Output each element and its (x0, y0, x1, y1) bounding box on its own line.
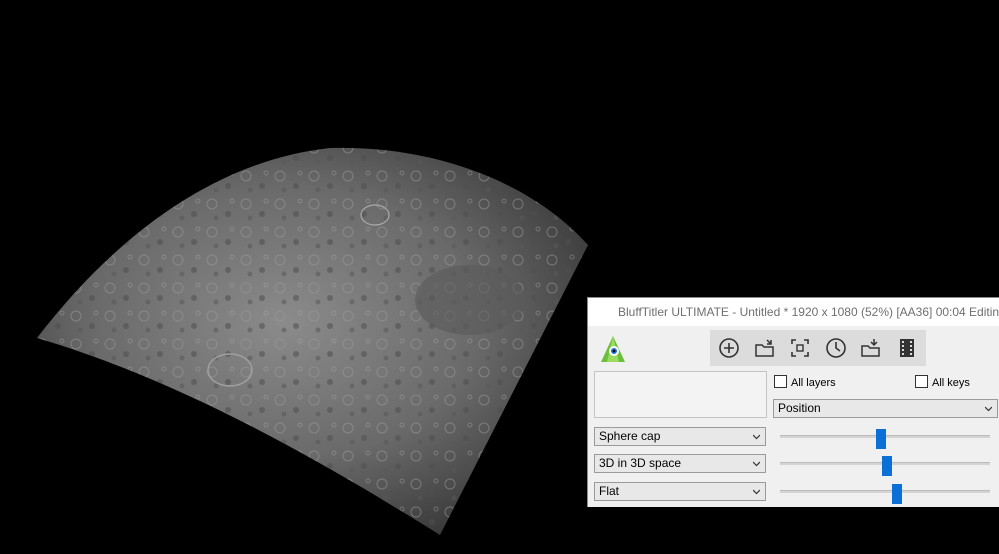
space-select-value: 3D in 3D space (599, 456, 682, 470)
property-select-value: Position (778, 401, 821, 415)
shading-select[interactable]: Flat (594, 482, 766, 501)
slider-3[interactable] (780, 484, 990, 504)
slider-2[interactable] (780, 456, 990, 476)
space-select[interactable]: 3D in 3D space (594, 454, 766, 473)
window-title: BluffTitler ULTIMATE - Untitled * 1920 x… (618, 305, 999, 319)
slider-track[interactable] (780, 490, 990, 493)
all-layers-label: All layers (791, 377, 836, 389)
open-show-icon[interactable] (753, 336, 777, 360)
checkbox-box[interactable] (774, 375, 787, 388)
all-keys-label: All keys (932, 377, 970, 389)
add-layer-icon[interactable] (717, 336, 741, 360)
checkbox-box[interactable] (915, 375, 928, 388)
shape-select[interactable]: Sphere cap (594, 427, 766, 446)
chevron-down-icon (753, 489, 760, 495)
toolbar (710, 330, 926, 366)
app-logo-icon (598, 334, 628, 364)
all-keys-checkbox[interactable]: All keys (915, 375, 970, 389)
export-video-icon[interactable] (895, 336, 919, 360)
control-panel: BluffTitler ULTIMATE - Untitled * 1920 x… (587, 297, 999, 507)
timeline-icon[interactable] (824, 336, 848, 360)
slider-thumb[interactable] (882, 456, 892, 476)
fullscreen-icon[interactable] (788, 336, 812, 360)
slider-thumb[interactable] (876, 429, 886, 449)
import-icon[interactable] (859, 336, 883, 360)
shading-select-value: Flat (599, 484, 620, 498)
slider-1[interactable] (780, 429, 990, 449)
chevron-down-icon (985, 406, 992, 412)
shape-select-value: Sphere cap (599, 429, 661, 443)
layer-preview-box (594, 371, 767, 418)
title-bar[interactable]: BluffTitler ULTIMATE - Untitled * 1920 x… (588, 298, 999, 326)
property-select[interactable]: Position (773, 399, 998, 418)
all-layers-checkbox[interactable]: All layers (774, 375, 836, 389)
chevron-down-icon (753, 461, 760, 467)
chevron-down-icon (753, 434, 760, 440)
slider-thumb[interactable] (892, 484, 902, 504)
